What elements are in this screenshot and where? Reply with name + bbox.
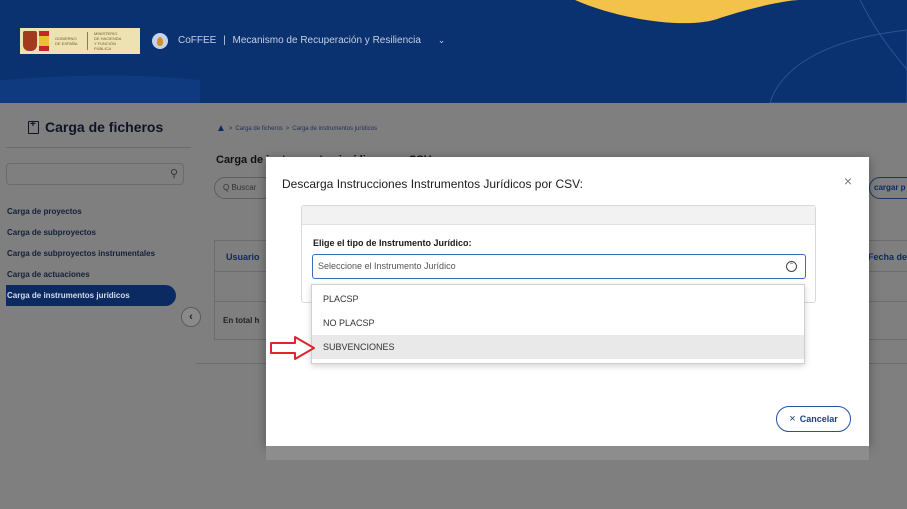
instrument-type-label: Elige el tipo de Instrumento Jurídico: xyxy=(313,238,472,248)
sidebar-divider xyxy=(6,147,191,148)
chevron-down-icon[interactable]: ⌄ xyxy=(438,35,446,45)
sidebar-item-carga-subproyectos-instrumentales[interactable]: Carga de subproyectos instrumentales xyxy=(6,243,191,264)
cancel-button-label: Cancelar xyxy=(799,414,838,424)
red-arrow-icon xyxy=(270,336,315,360)
sidebar-item-carga-actuaciones[interactable]: Carga de actuaciones xyxy=(6,264,191,285)
header-curve-1 xyxy=(769,29,907,103)
app-header: GOBIERNO DE ESPAÑA MINISTERIO DE HACIEND… xyxy=(0,0,907,103)
sidebar: Carga de ficheros ⚲ Carga de proyectos C… xyxy=(6,103,191,509)
select-placeholder: Seleccione el Instrumento Jurídico xyxy=(318,261,456,271)
cancel-button[interactable]: × Cancelar xyxy=(776,406,851,432)
close-icon[interactable]: × xyxy=(844,173,852,189)
app-name: CoFFEE xyxy=(178,35,217,46)
option-no-placsp[interactable]: NO PLACSP xyxy=(312,311,804,335)
government-logo[interactable]: GOBIERNO DE ESPAÑA MINISTERIO DE HACIEND… xyxy=(20,28,140,54)
sidebar-search-input[interactable]: ⚲ xyxy=(6,163,184,185)
gov-logo-separator xyxy=(87,32,88,50)
option-subvenciones[interactable]: SUBVENCIONES xyxy=(312,335,804,359)
sidebar-menu: Carga de proyectos Carga de subproyectos… xyxy=(6,201,191,306)
close-icon: × xyxy=(789,413,796,425)
chevron-up-icon[interactable]: ⌃ xyxy=(786,261,797,272)
instrument-type-select[interactable]: Seleccione el Instrumento Jurídico ⌃ xyxy=(312,254,806,279)
instrument-type-dropdown: PLACSP NO PLACSP SUBVENCIONES xyxy=(311,284,805,364)
sidebar-item-carga-subproyectos[interactable]: Carga de subproyectos xyxy=(6,222,191,243)
column-header-usuario[interactable]: Usuario xyxy=(226,252,260,262)
sidebar-item-carga-instrumentos-juridicos[interactable]: Carga de instrumentos jurídicos xyxy=(6,285,176,306)
app-subtitle: Mecanismo de Recuperación y Resiliencia xyxy=(232,35,421,46)
main-search-input[interactable]: Q Buscar xyxy=(214,177,274,199)
column-header-fecha[interactable]: Fecha de xyxy=(868,252,907,262)
home-icon[interactable]: ▲ xyxy=(216,123,226,134)
header-curve-2 xyxy=(859,0,907,71)
breadcrumb-sep-1: > xyxy=(228,125,233,132)
brand-separator: | xyxy=(223,35,226,46)
table-footer-count: En total h xyxy=(223,316,260,325)
modal-shadow-strip xyxy=(266,446,869,460)
file-upload-icon xyxy=(28,119,39,134)
breadcrumb-item-current: Carga de instrumentos jurídicos xyxy=(292,125,378,132)
flag-icon xyxy=(39,31,49,51)
header-yellow-blob xyxy=(575,0,800,24)
sidebar-title: Carga de ficheros xyxy=(28,119,163,135)
coat-of-arms-icon xyxy=(23,31,37,51)
modal-title: Descarga Instrucciones Instrumentos Jurí… xyxy=(282,177,584,191)
chevron-left-icon: ‹ xyxy=(189,311,193,323)
gov-logo-text-1: GOBIERNO DE ESPAÑA xyxy=(55,36,78,46)
gov-logo-text-2: MINISTERIO DE HACIENDA Y FUNCIÓN PÚBLICA xyxy=(94,31,122,51)
flame-icon xyxy=(157,36,163,46)
option-placsp[interactable]: PLACSP xyxy=(312,287,804,311)
app-brand[interactable]: CoFFEE | Mecanismo de Recuperación y Res… xyxy=(178,35,445,46)
panel-header xyxy=(302,206,815,225)
breadcrumb-sep-2: > xyxy=(285,125,290,132)
red-arrow-shape xyxy=(270,336,315,360)
header-wave xyxy=(0,75,200,103)
sidebar-item-carga-proyectos[interactable]: Carga de proyectos xyxy=(6,201,191,222)
breadcrumb: ▲ > Carga de ficheros > Carga de instrum… xyxy=(216,123,377,134)
coffee-logo-icon[interactable] xyxy=(152,33,168,49)
search-icon[interactable]: ⚲ xyxy=(170,167,178,180)
breadcrumb-item-carga-ficheros[interactable]: Carga de ficheros xyxy=(235,126,282,132)
upload-button[interactable]: cargar p xyxy=(869,177,907,199)
sidebar-title-text: Carga de ficheros xyxy=(45,119,164,135)
